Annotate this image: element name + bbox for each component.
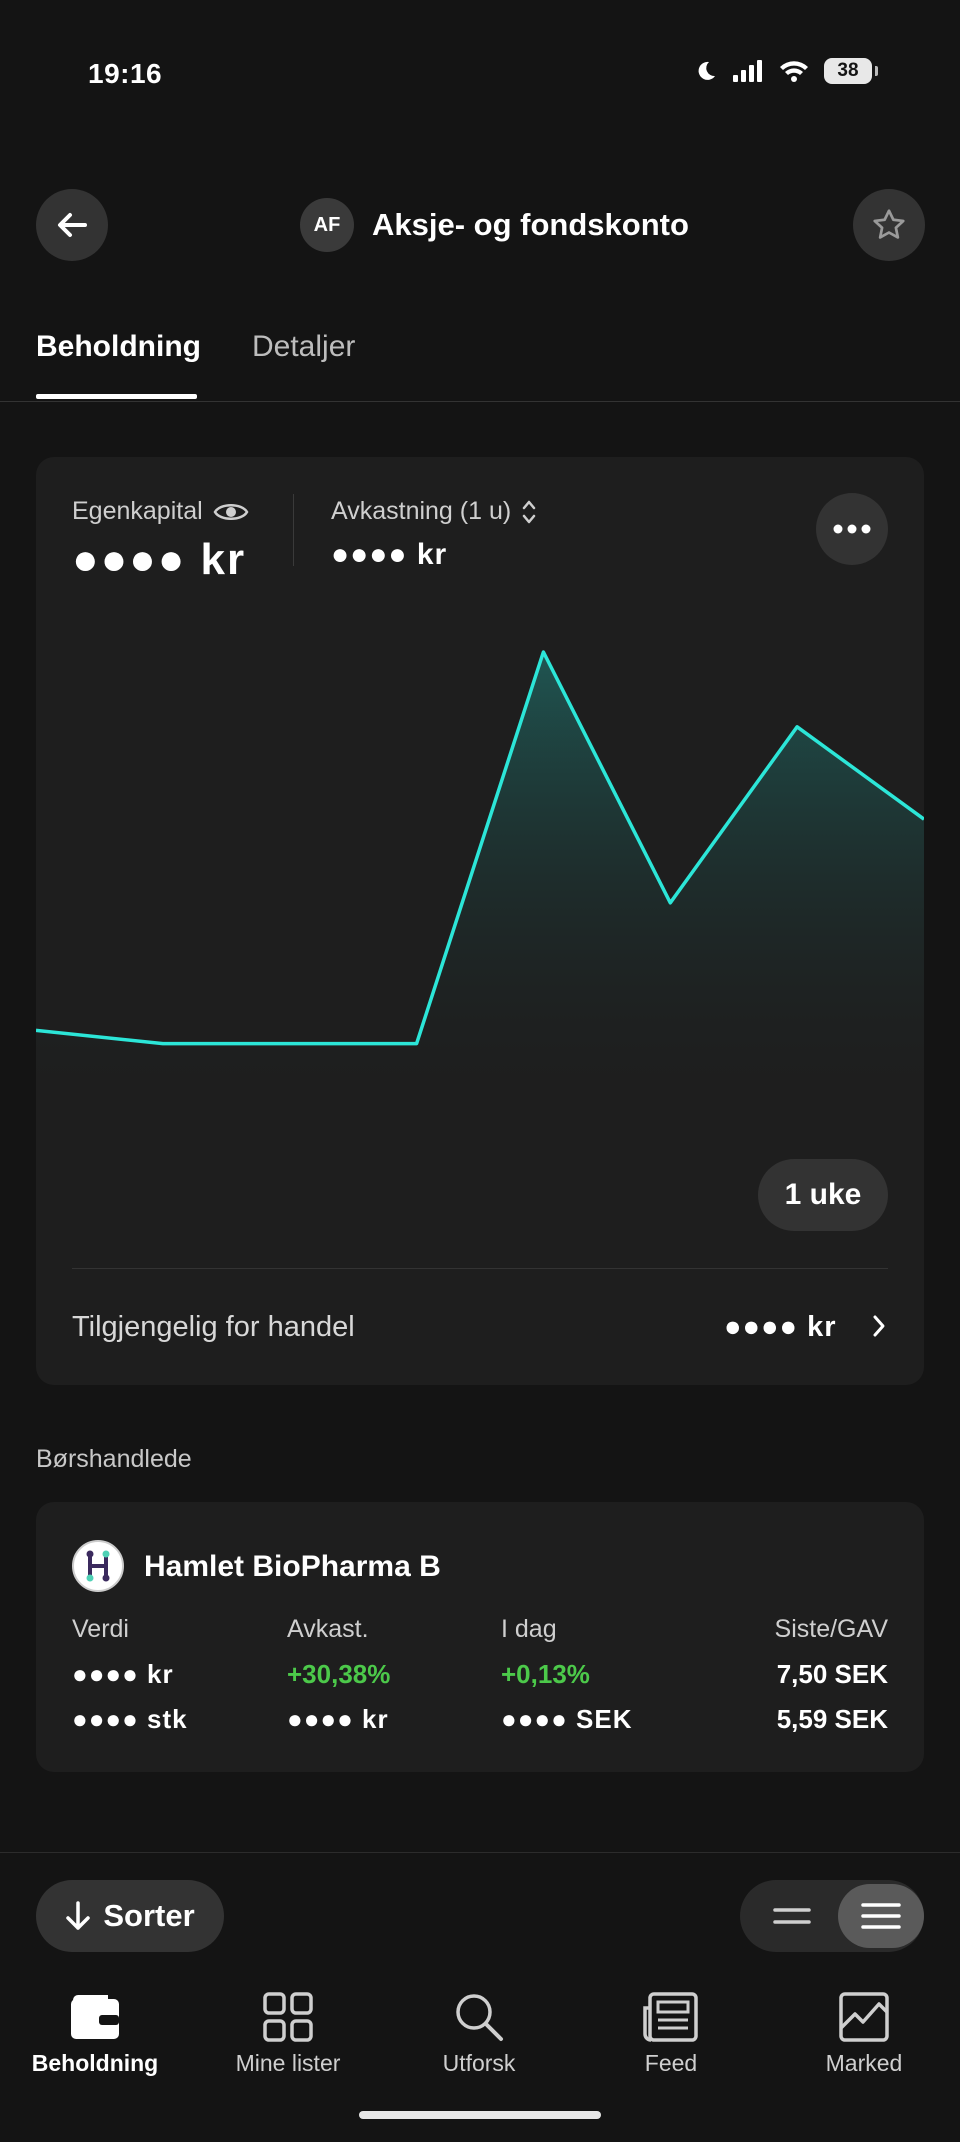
grid-icon bbox=[263, 1992, 313, 2042]
equity-value: ●●●● kr bbox=[72, 535, 247, 584]
nav-label: Beholdning bbox=[31, 2050, 159, 2076]
equity-label-group: Egenkapital bbox=[72, 497, 249, 526]
three-lines-icon bbox=[861, 1903, 901, 1929]
holding-value: ●●●● kr bbox=[72, 1659, 174, 1689]
account-header: AF Aksje- og fondskonto bbox=[300, 198, 689, 252]
home-indicator[interactable] bbox=[359, 2111, 601, 2119]
return-value: ●●●● kr bbox=[331, 538, 448, 571]
page-title: Aksje- og fondskonto bbox=[372, 207, 689, 242]
nav-item-holdings[interactable]: Beholdning bbox=[15, 1990, 175, 2077]
tab-divider bbox=[0, 401, 960, 402]
holding-last-price: 7,50 SEK bbox=[776, 1659, 888, 1689]
available-value[interactable]: ●●●● kr bbox=[724, 1311, 837, 1344]
holding-today-amount: ●●●● SEK bbox=[501, 1704, 633, 1734]
holding-quantity: ●●●● stk bbox=[72, 1704, 188, 1734]
return-label-group[interactable]: Avkastning (1 u) bbox=[331, 497, 537, 526]
nav-item-feed[interactable]: Feed bbox=[591, 1990, 751, 2077]
holding-name: Hamlet BioPharma B bbox=[144, 1550, 441, 1583]
nav-label: Utforsk bbox=[442, 2050, 516, 2076]
more-dots-icon bbox=[833, 524, 871, 534]
available-label[interactable]: Tilgjengelig for handel bbox=[72, 1311, 355, 1344]
company-logo bbox=[72, 1540, 124, 1592]
two-lines-icon bbox=[773, 1908, 811, 1924]
column-header-return: Avkast. bbox=[287, 1615, 369, 1643]
tab-holdings[interactable]: Beholdning bbox=[36, 330, 201, 364]
summary-divider bbox=[293, 494, 294, 566]
wallet-icon bbox=[71, 1995, 119, 2039]
equity-label: Egenkapital bbox=[72, 497, 203, 525]
star-icon bbox=[873, 209, 905, 239]
column-header-today: I dag bbox=[501, 1615, 557, 1643]
card-divider bbox=[72, 1268, 888, 1269]
account-avatar: AF bbox=[300, 198, 354, 252]
sort-button[interactable]: Sorter bbox=[36, 1880, 224, 1952]
nav-item-my-lists[interactable]: Mine lister bbox=[208, 1990, 368, 2077]
search-icon bbox=[456, 1994, 503, 2041]
market-chart-icon bbox=[839, 1992, 889, 2042]
arrow-down-icon bbox=[66, 1901, 91, 1930]
holding-return-amount: ●●●● kr bbox=[287, 1704, 389, 1734]
section-title: Børshandlede bbox=[36, 1445, 192, 1473]
column-header-last-gav: Siste/GAV bbox=[774, 1615, 888, 1643]
compact-view-button[interactable] bbox=[748, 1884, 836, 1948]
holding-return-percent: +30,38% bbox=[287, 1659, 391, 1689]
expanded-view-button[interactable] bbox=[838, 1884, 924, 1948]
back-button[interactable] bbox=[36, 189, 108, 261]
newspaper-icon bbox=[643, 1992, 698, 2042]
column-header-value: Verdi bbox=[72, 1615, 129, 1643]
more-options-button[interactable] bbox=[816, 493, 888, 565]
return-label: Avkastning (1 u) bbox=[331, 497, 512, 525]
holding-gav: 5,59 SEK bbox=[776, 1704, 888, 1734]
sort-label: Sorter bbox=[103, 1898, 195, 1933]
tab-details[interactable]: Detaljer bbox=[252, 330, 355, 364]
wifi-icon bbox=[780, 61, 808, 82]
signal-icon bbox=[733, 60, 762, 82]
arrow-left-icon bbox=[58, 213, 87, 237]
eye-icon[interactable] bbox=[213, 500, 249, 524]
nav-item-market[interactable]: Marked bbox=[784, 1990, 944, 2077]
nav-label: Mine lister bbox=[235, 2050, 341, 2076]
holding-today-percent: +0,13% bbox=[501, 1659, 590, 1689]
chevron-right-icon[interactable] bbox=[870, 1313, 888, 1344]
active-tab-indicator bbox=[36, 394, 197, 399]
status-time: 19:16 bbox=[88, 58, 163, 89]
battery-level: 38 bbox=[837, 60, 859, 81]
favorite-button[interactable] bbox=[853, 189, 925, 261]
sort-updown-icon bbox=[522, 500, 536, 523]
nav-label: Feed bbox=[644, 2050, 698, 2076]
period-selector-chip[interactable]: 1 uke bbox=[758, 1159, 888, 1231]
battery-indicator: 38 bbox=[824, 58, 878, 84]
toolbar-divider bbox=[0, 1852, 960, 1853]
status-icons: 38 bbox=[694, 58, 878, 84]
nav-label: Marked bbox=[825, 2050, 903, 2076]
nav-item-explore[interactable]: Utforsk bbox=[399, 1990, 559, 2077]
moon-icon bbox=[698, 61, 715, 80]
chart-area-fill bbox=[36, 652, 924, 1120]
equity-chart bbox=[36, 650, 924, 1120]
